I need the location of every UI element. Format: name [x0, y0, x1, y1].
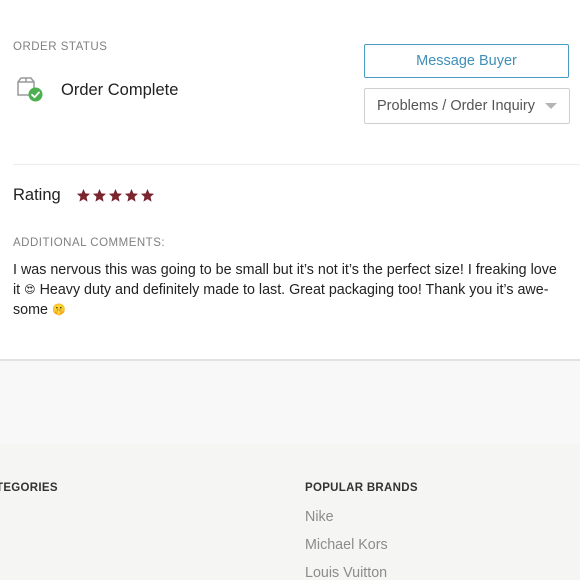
spacer-band	[0, 361, 580, 444]
message-buyer-button[interactable]: Message Buyer	[364, 44, 569, 78]
brand-link-nike[interactable]: Nike	[305, 509, 334, 525]
order-section: ORDER STATUS Order Complete Message Buye…	[0, 0, 580, 361]
star-icon	[108, 188, 122, 202]
comment-line: I was nervous this was going to be small…	[13, 262, 557, 278]
comment-text: I was nervous this was going to be small…	[13, 260, 569, 320]
order-status-label: ORDER STATUS	[13, 41, 108, 53]
star-icon	[124, 188, 138, 202]
order-status-row: Order Complete	[16, 76, 178, 104]
footer-popular-brands-title: POPULAR BRANDS	[305, 482, 418, 494]
additional-comments-label: ADDITIONAL COMMENTS:	[13, 237, 166, 249]
star-icon	[92, 188, 106, 202]
star-icon	[140, 188, 154, 202]
rating-stars	[76, 188, 155, 203]
footer: TEGORIES POPULAR BRANDS Nike Michael Kor…	[0, 444, 580, 580]
comment-line: some 🤫	[13, 302, 66, 318]
brand-link-louis-vuitton[interactable]: Louis Vuitton	[305, 565, 387, 580]
problems-order-inquiry-select[interactable]: Problems / Order Inquiry	[364, 88, 570, 124]
order-detail-page: ORDER STATUS Order Complete Message Buye…	[0, 0, 580, 580]
box-check-icon	[16, 76, 44, 104]
rating-label: Rating	[13, 186, 61, 204]
heart-eyes-emoji-icon: 😍	[24, 284, 36, 296]
section-divider	[13, 164, 580, 165]
star-icon	[76, 188, 90, 202]
caret-down-icon	[545, 103, 557, 109]
shushing-face-emoji-icon: 🤫	[51, 304, 66, 316]
rating-row: Rating	[13, 186, 155, 205]
order-status-text: Order Complete	[61, 80, 179, 99]
footer-categories-title: TEGORIES	[0, 482, 58, 494]
brand-link-michael-kors[interactable]: Michael Kors	[305, 537, 388, 553]
comment-line: it 😍 Heavy duty and definitely made to l…	[13, 282, 549, 298]
problems-select-value: Problems / Order Inquiry	[377, 98, 535, 114]
